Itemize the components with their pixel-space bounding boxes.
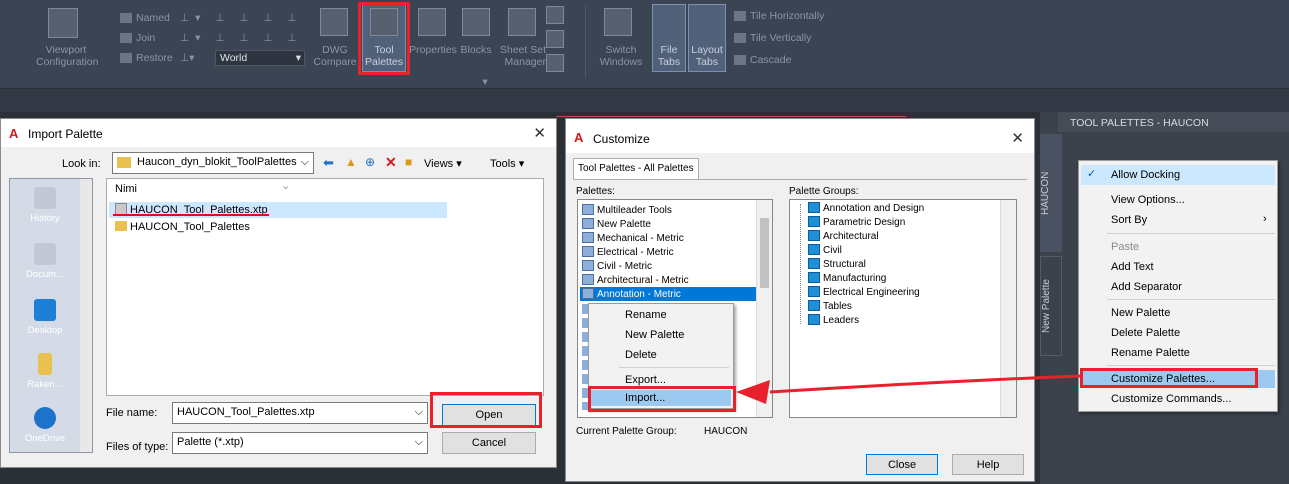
annotation-arrows [736, 374, 1081, 404]
arrow-head-icon [736, 380, 770, 404]
arrow-line-customize-to-import [769, 374, 1081, 394]
